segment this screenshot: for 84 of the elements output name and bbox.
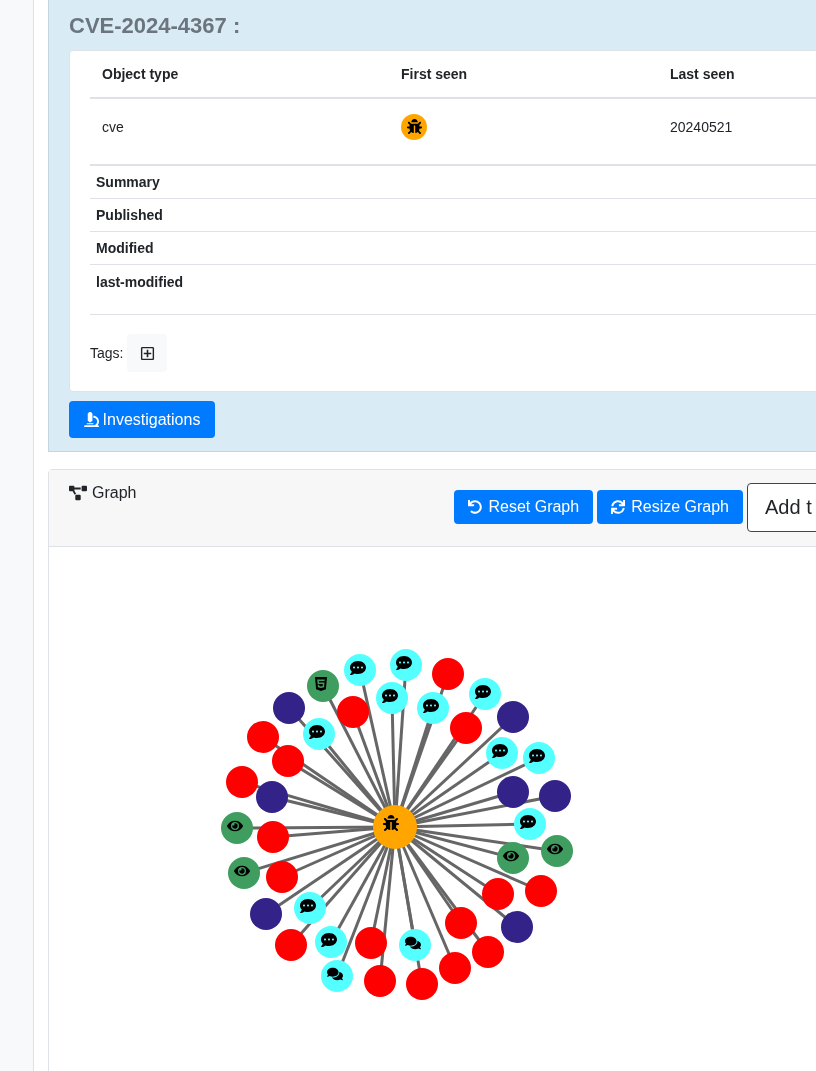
graph-node[interactable]	[273, 692, 305, 724]
graph-node[interactable]	[482, 878, 514, 910]
detail-label: last-modified	[95, 272, 185, 292]
bug-icon	[383, 815, 399, 831]
eye-icon	[234, 865, 250, 877]
bug-icon	[401, 113, 427, 140]
graph-node[interactable]	[321, 960, 353, 992]
graph-node[interactable]	[472, 936, 504, 968]
investigations-button[interactable]: Investigations	[69, 401, 215, 438]
graph-node[interactable]	[432, 658, 464, 690]
graph-node[interactable]	[364, 965, 396, 997]
graph-node[interactable]	[541, 835, 573, 867]
graph-node[interactable]	[247, 721, 279, 753]
graph-node[interactable]	[497, 701, 529, 733]
chat-bubble-icon	[529, 749, 545, 763]
column-header: Last seen	[669, 66, 736, 82]
graph-node[interactable]	[337, 696, 369, 728]
column-header: First seen	[400, 66, 469, 82]
resize-graph-button[interactable]: Resize Graph	[597, 490, 743, 524]
page-title: CVE-2024-4367 :	[69, 12, 242, 40]
graph-node[interactable]	[497, 842, 529, 874]
chat-bubble-icon	[350, 661, 366, 675]
add-tag-button[interactable]	[127, 334, 168, 372]
graph-node[interactable]	[450, 712, 482, 744]
eye-icon	[227, 820, 243, 832]
graph-node[interactable]	[497, 776, 529, 808]
graph-node[interactable]	[376, 682, 408, 714]
graph-node[interactable]	[486, 737, 518, 769]
graph-node[interactable]	[514, 808, 546, 840]
graph-node[interactable]	[250, 898, 282, 930]
detail-label: Published	[90, 199, 816, 232]
graph-node[interactable]	[272, 745, 304, 777]
graph-node[interactable]	[294, 892, 326, 924]
graph-node[interactable]	[523, 742, 555, 774]
graph-node[interactable]	[303, 718, 335, 750]
chat-bubble-icon	[520, 815, 536, 829]
add-button[interactable]: Add t	[747, 483, 816, 532]
chat-bubbles-icon	[405, 936, 421, 950]
graph-node[interactable]	[445, 907, 477, 939]
table-cell-text: cve	[101, 118, 125, 135]
graph-node[interactable]	[539, 780, 571, 812]
microscope-icon	[83, 412, 99, 427]
graph-node[interactable]	[525, 875, 557, 907]
graph-node[interactable]	[373, 805, 417, 849]
eye-icon	[547, 843, 563, 855]
reset-graph-button[interactable]: Reset Graph	[454, 490, 594, 524]
chat-bubbles-icon	[327, 967, 343, 981]
chat-bubble-icon	[321, 933, 337, 947]
graph-node[interactable]	[355, 927, 387, 959]
table-cell-text: 20240521	[669, 118, 734, 135]
graph-node[interactable]	[469, 678, 501, 710]
column-header: Object type	[101, 66, 180, 82]
eye-icon	[503, 850, 519, 862]
html5-icon	[315, 677, 327, 691]
graph-title: Graph	[92, 484, 137, 502]
graph-node[interactable]	[501, 911, 533, 943]
detail-label: Summary	[90, 166, 816, 199]
graph-node[interactable]	[390, 649, 422, 681]
graph-node[interactable]	[307, 670, 339, 702]
chat-bubble-icon	[309, 725, 325, 739]
graph-node[interactable]	[417, 692, 449, 724]
chat-bubble-icon	[423, 699, 439, 713]
graph-node[interactable]	[275, 929, 307, 961]
chat-bubble-icon	[382, 689, 398, 703]
chat-bubble-icon	[492, 744, 508, 758]
graph-node[interactable]	[344, 654, 376, 686]
diagram-icon	[69, 484, 87, 502]
graph-node[interactable]	[406, 968, 438, 1000]
graph-node[interactable]	[226, 766, 258, 798]
chat-bubble-icon	[300, 899, 316, 913]
graph-node[interactable]	[256, 781, 288, 813]
graph-node[interactable]	[228, 857, 260, 889]
undo-icon	[468, 500, 483, 514]
graph-node[interactable]	[399, 929, 431, 961]
graph-node[interactable]	[266, 861, 298, 893]
graph-node[interactable]	[221, 812, 253, 844]
graph-node[interactable]	[439, 952, 471, 984]
graph-node[interactable]	[315, 926, 347, 958]
detail-label: Modified	[90, 232, 816, 265]
sync-icon	[611, 500, 626, 514]
chat-bubble-icon	[396, 656, 412, 670]
graph-node[interactable]	[257, 821, 289, 853]
chat-bubble-icon	[475, 685, 491, 699]
tags-label: Tags:	[90, 345, 124, 361]
